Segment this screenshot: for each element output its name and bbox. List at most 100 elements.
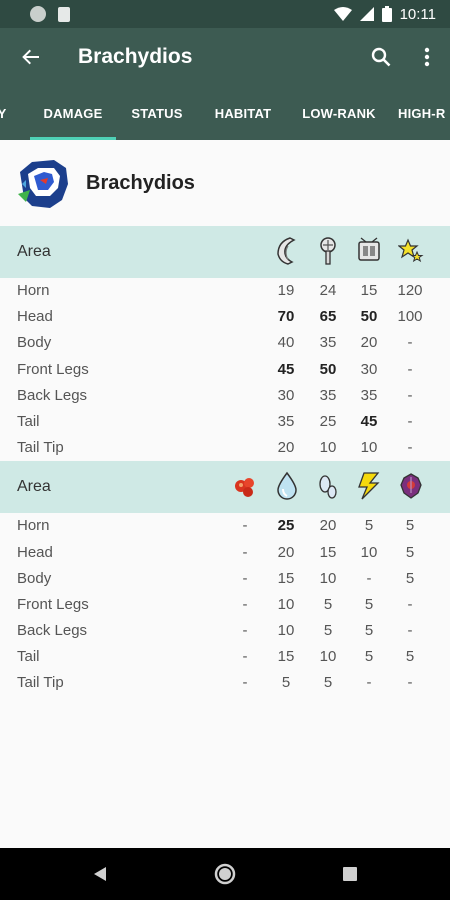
area-name: Body [17, 334, 52, 352]
sever-icon [277, 237, 296, 265]
notification-dot-icon [30, 6, 46, 22]
nav-back-icon [94, 867, 106, 881]
nav-recents-button[interactable] [288, 848, 413, 900]
blunt-value: 50 [319, 360, 337, 378]
table-row: Back Legs - 10 5 5 - [0, 618, 450, 644]
shot-value: 30 [360, 360, 378, 378]
shot-value: 15 [360, 282, 378, 299]
blunt-value: 65 [319, 308, 337, 326]
ice-value: 10 [319, 569, 337, 587]
sever-value: 30 [277, 386, 295, 404]
area-name: Front Legs [17, 595, 89, 613]
water-icon [277, 472, 297, 501]
tab-damage[interactable]: DAMAGE [30, 86, 116, 140]
thunder-value: 5 [364, 648, 374, 666]
tab-habitat[interactable]: HABITAT [206, 86, 280, 140]
sever-value: 40 [277, 334, 295, 352]
physical-header: Area [0, 226, 450, 278]
fire-value: - [242, 569, 248, 587]
fire-value: - [242, 517, 248, 535]
table-row: Front Legs 45 50 30 - [0, 357, 450, 383]
table-row: Tail 35 25 45 - [0, 409, 450, 435]
app-bar: Brachydios [0, 28, 450, 86]
dragon-value: - [407, 674, 413, 692]
stun-value: - [407, 360, 413, 378]
tab-high-rank[interactable]: HIGH-R [398, 86, 450, 140]
fire-value: - [242, 648, 248, 666]
sever-value: 19 [277, 282, 295, 299]
fire-icon [235, 478, 254, 498]
nav-back-button[interactable] [38, 848, 163, 900]
blunt-value: 35 [319, 386, 337, 404]
water-value: 15 [277, 648, 295, 666]
area-name: Head [17, 308, 53, 326]
blunt-value: 24 [319, 282, 337, 299]
ice-value: 10 [319, 648, 337, 666]
dragon-value: 5 [405, 569, 415, 587]
fire-value: - [242, 595, 248, 613]
sever-value: 35 [277, 412, 295, 430]
fire-value: - [242, 622, 248, 640]
fire-value: - [242, 674, 248, 692]
thunder-value: - [366, 569, 372, 587]
shot-value: 35 [360, 386, 378, 404]
search-icon [371, 47, 391, 67]
table-row: Head - 20 15 10 5 [0, 540, 450, 566]
area-name: Head [17, 543, 53, 561]
table-row: Back Legs 30 35 35 - [0, 383, 450, 409]
area-name: Tail [17, 648, 40, 666]
water-value: 25 [277, 517, 295, 535]
ice-value: 5 [323, 595, 333, 613]
tab-summary[interactable]: Y [0, 86, 10, 140]
area-name: Back Legs [17, 622, 88, 640]
table-row: Head 70 65 50 100 [0, 304, 450, 330]
table-row: Body 40 35 20 - [0, 330, 450, 356]
area-name: Horn [17, 517, 50, 535]
shot-icon [358, 237, 380, 261]
water-value: 10 [277, 595, 295, 613]
dragon-value: 5 [405, 543, 415, 561]
ice-icon [319, 475, 337, 499]
water-value: 5 [281, 674, 291, 692]
monster-header: Brachydios [0, 140, 450, 226]
thunder-icon [358, 472, 380, 500]
table-row: Tail Tip - 5 5 - - [0, 670, 450, 696]
signal-icon [359, 7, 374, 21]
status-bar: 10:11 [0, 0, 450, 28]
overflow-menu-button[interactable] [404, 28, 450, 86]
table-row: Tail Tip 20 10 10 - [0, 435, 450, 461]
area-name: Horn [17, 282, 50, 299]
table-row: Front Legs - 10 5 5 - [0, 592, 450, 618]
water-value: 15 [277, 569, 295, 587]
damage-content: Brachydios Area Horn 19 24 15 120 Head 7… [0, 140, 450, 848]
thunder-value: - [366, 674, 372, 692]
area-name: Body [17, 569, 52, 587]
blunt-value: 35 [319, 334, 337, 352]
tab-status[interactable]: STATUS [120, 86, 194, 140]
blunt-icon [320, 237, 336, 265]
area-name: Tail Tip [17, 439, 64, 457]
area-name: Back Legs [17, 386, 88, 404]
battery-icon [381, 6, 392, 22]
tab-bar: Y DAMAGE STATUS HABITAT LOW-RANK HIGH-R [0, 86, 450, 140]
nav-home-button[interactable] [163, 848, 288, 900]
stun-icon [398, 238, 424, 263]
tab-low-rank[interactable]: LOW-RANK [296, 86, 382, 140]
area-name: Tail Tip [17, 674, 64, 692]
ice-value: 20 [319, 517, 337, 535]
search-button[interactable] [358, 28, 404, 86]
shot-value: 20 [360, 334, 378, 352]
thunder-value: 5 [364, 595, 374, 613]
stun-value: - [407, 334, 413, 352]
thunder-value: 5 [364, 517, 374, 535]
nav-home-icon [214, 863, 236, 885]
elemental-rows: Horn - 25 20 5 5 Head - 20 15 10 5 Body … [0, 513, 450, 696]
arrow-back-icon [22, 49, 39, 65]
physical-rows: Horn 19 24 15 120 Head 70 65 50 100 Body… [0, 278, 450, 461]
back-button[interactable] [0, 28, 62, 86]
table-row: Horn 19 24 15 120 [0, 278, 450, 304]
wifi-icon [333, 7, 352, 21]
elemental-header: Area [0, 461, 450, 514]
area-column-header: Area [17, 243, 51, 260]
blunt-value: 10 [319, 439, 337, 457]
